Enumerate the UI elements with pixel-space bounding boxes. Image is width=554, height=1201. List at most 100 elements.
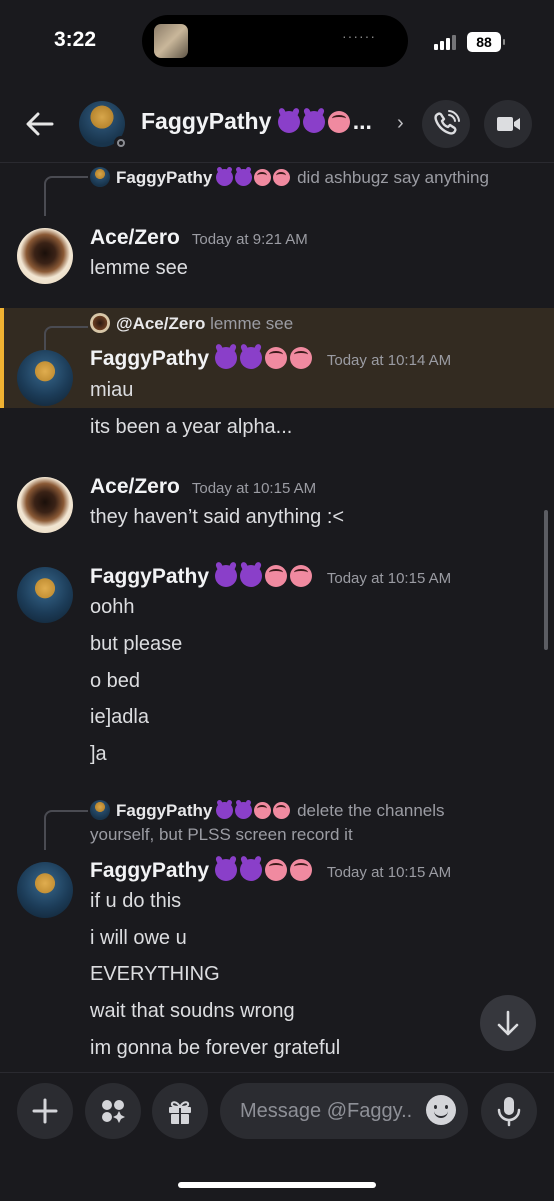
call-button[interactable]: [422, 100, 470, 148]
avatar[interactable]: [79, 101, 128, 150]
back-arrow-icon[interactable]: [22, 106, 58, 142]
apps-button[interactable]: [85, 1083, 141, 1139]
timestamp: Today at 10:15 AM: [326, 864, 452, 881]
timestamp: Today at 10:15 AM: [326, 570, 452, 587]
tongue-emoji-icon: [327, 111, 350, 133]
message-author[interactable]: Ace/Zero Today at 10:15 AM: [90, 475, 316, 499]
emoji-icon[interactable]: [426, 1095, 456, 1125]
avatar[interactable]: [17, 477, 73, 533]
devil-emoji-icon: [239, 565, 262, 587]
apps-icon: [102, 1100, 125, 1123]
tongue-emoji-icon: [273, 169, 291, 186]
avatar[interactable]: [17, 228, 73, 284]
idle-status-icon: [114, 136, 128, 150]
author-name: FaggyPathy: [90, 859, 210, 882]
reply-connector: [44, 810, 88, 850]
avatar[interactable]: [17, 862, 73, 918]
devil-emoji-icon: [302, 111, 325, 133]
scrollbar[interactable]: [544, 510, 548, 650]
timestamp: Today at 10:15 AM: [191, 480, 317, 497]
devil-emoji-icon: [239, 859, 262, 881]
channel-title[interactable]: FaggyPathy ...: [141, 108, 372, 135]
avatar[interactable]: [17, 350, 73, 406]
reply-preview[interactable]: FaggyPathy did ashbugz say anything: [90, 166, 510, 190]
author-name: FaggyPathy: [90, 565, 210, 588]
message-text: o bed: [90, 670, 141, 692]
gift-button[interactable]: [152, 1083, 208, 1139]
battery-icon: 88: [467, 32, 505, 52]
home-indicator[interactable]: [178, 1182, 376, 1188]
gift-icon: [169, 1101, 191, 1124]
video-call-button[interactable]: [484, 100, 532, 148]
devil-emoji-icon: [235, 802, 253, 819]
devil-emoji-icon: [277, 111, 300, 133]
reply-preview[interactable]: @Ace/Zero lemme see: [90, 312, 510, 336]
reply-text: lemme see: [210, 314, 294, 333]
message-text: oohh: [90, 596, 135, 618]
clock: 3:22: [54, 28, 97, 51]
author-name: Ace/Zero: [90, 226, 180, 249]
tongue-emoji-icon: [264, 859, 287, 881]
devil-emoji-icon: [214, 565, 237, 587]
message-text: its been a year alpha...: [90, 416, 293, 438]
message-author[interactable]: FaggyPathy Today at 10:15 AM: [90, 859, 451, 883]
message-text: lemme see: [90, 257, 188, 279]
dm-header: FaggyPathy ... ›: [0, 86, 554, 163]
message-list[interactable]: FaggyPathy did ashbugz say anything Ace/…: [0, 162, 554, 1072]
video-icon: [497, 117, 520, 131]
tongue-emoji-icon: [254, 802, 272, 819]
tongue-emoji-icon: [273, 802, 291, 819]
mention: @Ace/Zero: [116, 314, 206, 333]
avatar: [90, 313, 110, 333]
message-author[interactable]: FaggyPathy Today at 10:15 AM: [90, 565, 451, 589]
plus-icon: [32, 1098, 58, 1124]
message-text: they haven’t said anything :<: [90, 506, 345, 528]
message-composer: Message @Faggy..: [0, 1072, 554, 1201]
avatar: [90, 800, 110, 820]
message-input-placeholder: Message @Faggy..: [240, 1100, 413, 1122]
devil-emoji-icon: [214, 859, 237, 881]
avatar: [90, 167, 110, 187]
message-author[interactable]: Ace/Zero Today at 9:21 AM: [90, 226, 308, 250]
avatar[interactable]: [17, 567, 73, 623]
reply-connector: [44, 176, 88, 216]
author-name: Ace/Zero: [90, 475, 180, 498]
reply-preview[interactable]: FaggyPathy delete the channels yourself,…: [90, 799, 510, 847]
message-text: EVERYTHING: [90, 963, 220, 985]
devil-emoji-icon: [216, 169, 234, 186]
message-text: if u do this: [90, 890, 182, 912]
tongue-emoji-icon: [289, 859, 312, 881]
message-author[interactable]: FaggyPathy Today at 10:14 AM: [90, 347, 451, 371]
message-input[interactable]: Message @Faggy..: [220, 1083, 468, 1139]
devil-emoji-icon: [239, 347, 262, 369]
author-name: FaggyPathy: [90, 347, 210, 370]
message-text: but please: [90, 633, 183, 655]
channel-title-text: FaggyPathy: [141, 108, 272, 134]
tongue-emoji-icon: [264, 565, 287, 587]
dynamic-island: ······: [142, 15, 408, 67]
message-text: wait that soudns wrong: [90, 1000, 295, 1022]
signal-icon: [434, 34, 460, 50]
message-text: im gonna be forever grateful: [90, 1037, 341, 1059]
voice-message-button[interactable]: [481, 1083, 537, 1139]
devil-emoji-icon: [214, 347, 237, 369]
tongue-emoji-icon: [254, 169, 272, 186]
devil-emoji-icon: [216, 802, 234, 819]
call-icon: [434, 110, 460, 135]
tongue-emoji-icon: [264, 347, 287, 369]
devil-emoji-icon: [235, 169, 253, 186]
timestamp: Today at 9:21 AM: [191, 231, 308, 248]
jump-to-bottom-button[interactable]: [480, 995, 536, 1051]
timestamp: Today at 10:14 AM: [326, 352, 452, 369]
message-text: ie]adla: [90, 706, 149, 728]
arrow-down-icon: [497, 1010, 519, 1036]
title-ellipsis: ...: [352, 108, 372, 134]
microphone-icon: [497, 1097, 521, 1127]
attach-button[interactable]: [17, 1083, 73, 1139]
message-text: i will owe u: [90, 927, 187, 949]
status-bar: 3:22 ······ 88: [0, 0, 554, 86]
message-text: miau: [90, 379, 134, 401]
tongue-emoji-icon: [289, 565, 312, 587]
chevron-right-icon[interactable]: ›: [397, 112, 404, 135]
reply-text: did ashbugz say anything: [297, 168, 489, 187]
